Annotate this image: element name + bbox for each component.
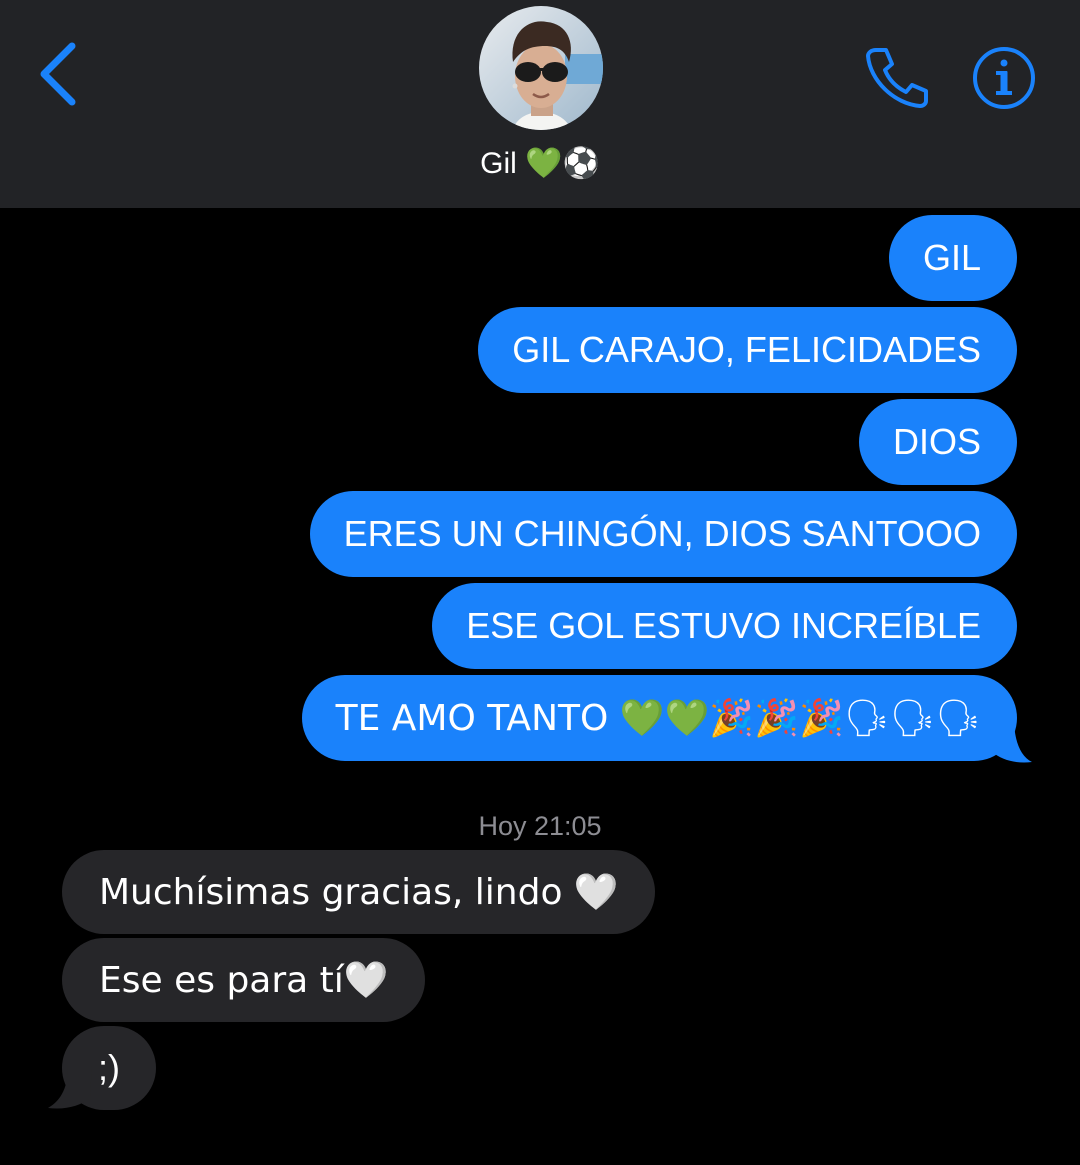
outgoing-message[interactable]: TE AMO TANTO 💚💚🎉🎉🎉🗣🗣🗣 — [301, 675, 1017, 761]
incoming-message[interactable]: Muchísimas gracias, lindo 🤍 — [62, 850, 655, 934]
contact-avatar[interactable] — [479, 6, 603, 130]
message-text: Ese es para tí🤍 — [99, 960, 389, 1001]
message-text: TE AMO TANTO 💚💚🎉🎉🎉🗣🗣🗣 — [335, 698, 981, 739]
info-icon — [973, 47, 1035, 109]
incoming-bubble-tail — [48, 1066, 92, 1109]
incoming-message[interactable]: Ese es para tí🤍 — [62, 938, 425, 1022]
contact-name[interactable]: Gil 💚⚽ — [0, 140, 1080, 188]
call-button[interactable] — [860, 42, 932, 110]
message-text: GIL — [922, 237, 981, 278]
timestamp: Hoy 21:05 — [478, 811, 602, 841]
back-button[interactable] — [30, 36, 90, 112]
outgoing-bubble-tail — [990, 718, 1032, 763]
phone-icon — [866, 48, 928, 108]
outgoing-message[interactable]: DIOS — [858, 399, 1017, 485]
message-thread[interactable]: GIL GIL CARAJO, FELICIDADES DIOS ERES UN… — [0, 208, 1080, 1165]
conversation-header: Gil 💚⚽ — [0, 0, 1080, 208]
avatar-photo — [479, 6, 603, 130]
message-text: ESE GOL ESTUVO INCREÍBLE — [466, 605, 981, 646]
message-text: Muchísimas gracias, lindo 🤍 — [99, 872, 619, 913]
chevron-left-icon — [40, 42, 76, 106]
outgoing-message[interactable]: GIL — [888, 215, 1017, 301]
message-text: ERES UN CHINGÓN, DIOS SANTOOO — [343, 513, 981, 554]
outgoing-message[interactable]: ESE GOL ESTUVO INCREÍBLE — [432, 583, 1017, 669]
outgoing-message[interactable]: ERES UN CHINGÓN, DIOS SANTOOO — [309, 491, 1017, 577]
message-text: DIOS — [892, 421, 981, 462]
info-button[interactable] — [970, 44, 1038, 112]
outgoing-message[interactable]: GIL CARAJO, FELICIDADES — [478, 307, 1017, 393]
message-text: ;) — [98, 1047, 120, 1088]
message-text: GIL CARAJO, FELICIDADES — [512, 329, 981, 370]
